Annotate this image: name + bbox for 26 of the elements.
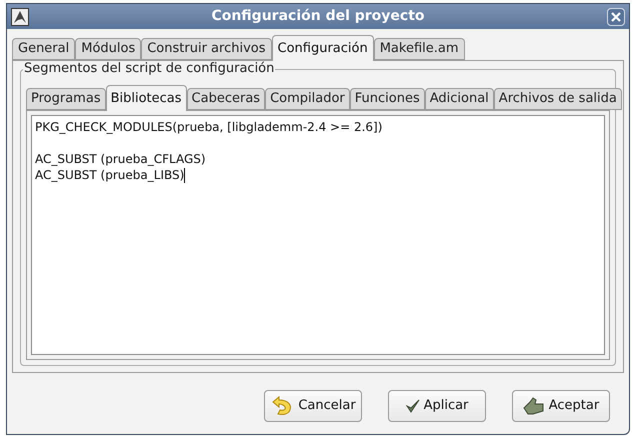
checkmark-icon: [406, 399, 420, 413]
tab[interactable]: Makefile.am: [374, 38, 465, 60]
close-icon: [611, 12, 621, 22]
dialog-button[interactable]: Aceptar: [512, 390, 610, 422]
dialog-button[interactable]: Cancelar: [264, 390, 362, 422]
code-line: AC_SUBST (prueba_CFLAGS): [35, 151, 206, 167]
tab[interactable]: Adicional: [424, 88, 494, 110]
tab[interactable]: Configuración: [272, 35, 374, 61]
frame-title: Segmentos del script de configuración: [23, 61, 276, 77]
tab[interactable]: Bibliotecas: [106, 85, 187, 111]
tab[interactable]: Programas: [26, 88, 106, 110]
tab[interactable]: Funciones: [350, 88, 425, 110]
window-title: Configuración del proyecto: [210, 7, 426, 26]
text-cursor: [184, 168, 186, 182]
code-line: AC_SUBST (prueba_LIBS): [35, 167, 184, 183]
close-button[interactable]: [607, 8, 625, 26]
dialog-button[interactable]: Aplicar: [388, 390, 486, 422]
tab[interactable]: Módulos: [75, 38, 142, 60]
tab[interactable]: Compilador: [265, 88, 350, 110]
text-editor[interactable]: PKG_CHECK_MODULES(prueba, [libglademm-2.4 >= 2.6]) AC_SUBST (prueba_CFLAGS) AC_SUBST (prueba_LIBS): [31, 115, 605, 355]
tab[interactable]: Construir archivos: [141, 38, 272, 60]
tab[interactable]: Archivos de salida: [494, 88, 622, 110]
code-line: PKG_CHECK_MODULES(prueba, [libglademm-2.4 >= 2.6]): [35, 119, 382, 135]
app-icon: [11, 8, 29, 26]
tab[interactable]: Cabeceras: [186, 88, 266, 110]
tab[interactable]: General: [12, 38, 76, 60]
